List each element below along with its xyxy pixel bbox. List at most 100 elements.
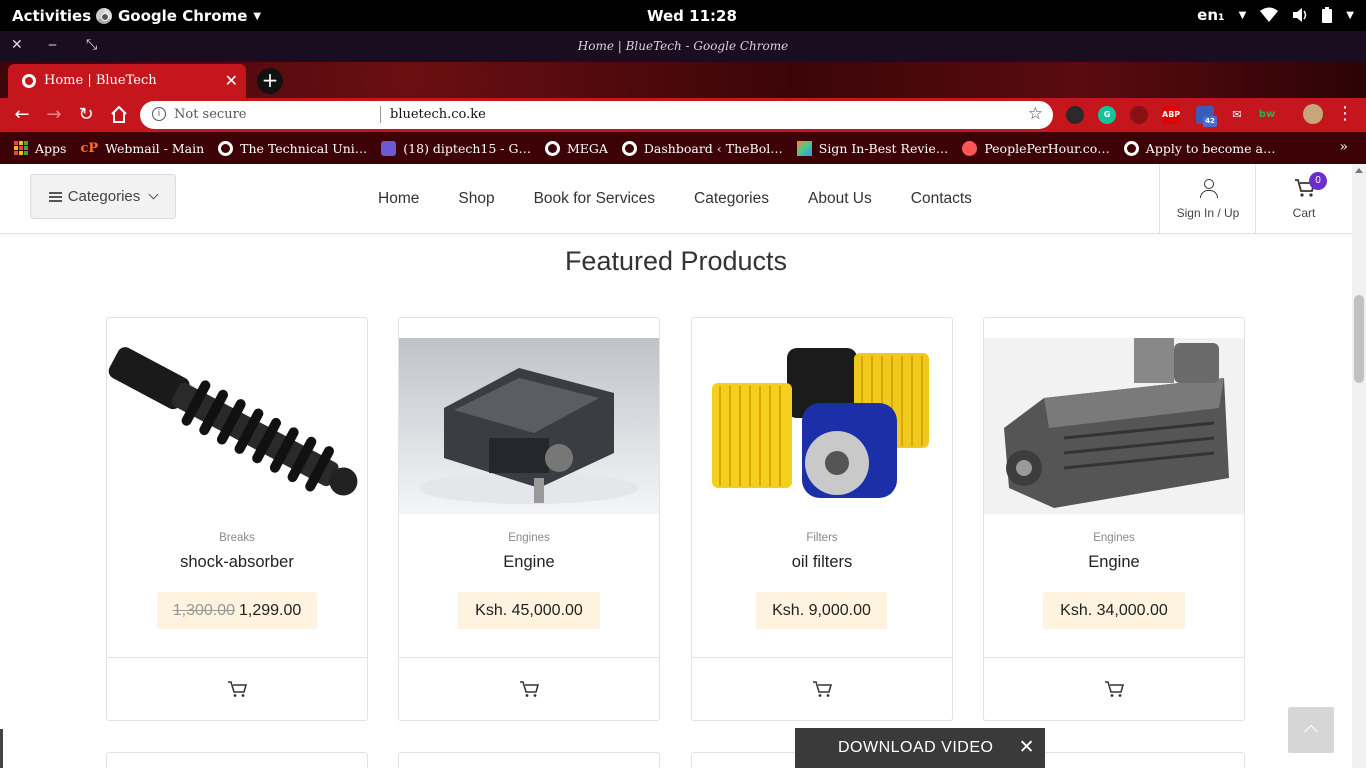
- more-bookmarks-icon[interactable]: »: [1339, 139, 1348, 155]
- activities-button[interactable]: Activities: [12, 7, 91, 25]
- apps-grid-icon: [14, 141, 28, 155]
- tab-home[interactable]: Home | BlueTech ✕: [8, 64, 246, 98]
- back-icon[interactable]: ←: [11, 104, 33, 125]
- bookmark-mega[interactable]: MEGA: [544, 140, 608, 156]
- site-header: Categories Home Shop Book for Services C…: [0, 164, 1352, 234]
- categories-label: Categories: [67, 188, 141, 205]
- menu-kebab-icon[interactable]: ⋮: [1334, 103, 1356, 124]
- home-icon[interactable]: [108, 106, 130, 123]
- system-tray[interactable]: en₁ ▼ ▼: [1197, 6, 1354, 24]
- new-tab-button[interactable]: +: [257, 68, 283, 94]
- globe-icon: [218, 140, 234, 156]
- user-icon: [1200, 179, 1218, 198]
- bookmark-label: Webmail - Main: [105, 140, 205, 156]
- product-image-shock-absorber[interactable]: [107, 338, 367, 514]
- divider: [692, 657, 952, 658]
- wifi-icon: [1260, 7, 1279, 22]
- volume-icon: [1293, 8, 1307, 22]
- globe-icon: [621, 140, 637, 156]
- nav-about-us[interactable]: About Us: [808, 190, 872, 208]
- nav-home[interactable]: Home: [378, 190, 419, 208]
- bookmark-peopleperhour[interactable]: PeoplePerHour.co…: [962, 140, 1110, 156]
- app-menu[interactable]: Google Chrome ▼: [96, 7, 261, 25]
- tab-close-icon[interactable]: ✕: [225, 71, 238, 90]
- url-text[interactable]: bluetech.co.ke: [390, 107, 486, 122]
- bw-extension-icon[interactable]: bw: [1258, 106, 1276, 124]
- app-name: Google Chrome: [118, 7, 248, 25]
- sign-in-label: Sign In / Up: [1176, 206, 1240, 220]
- bookmark-label: (18) diptech15 - G…: [403, 140, 531, 156]
- bookmark-apps[interactable]: Apps: [14, 141, 66, 156]
- nav-book-for-services[interactable]: Book for Services: [534, 190, 655, 208]
- window-titlebar: ✕ ‒ ⤡ Home | BlueTech - Google Chrome: [0, 31, 1366, 62]
- nav-shop[interactable]: Shop: [458, 190, 494, 208]
- download-video-label[interactable]: DOWNLOAD VIDEO: [838, 739, 993, 757]
- bookmark-label: Apps: [35, 140, 67, 156]
- close-icon[interactable]: ✕: [1019, 736, 1035, 759]
- nav-categories[interactable]: Categories: [694, 190, 769, 208]
- mail-icon[interactable]: ✉: [1228, 106, 1246, 124]
- add-to-cart-icon[interactable]: [1104, 680, 1126, 698]
- caret-down-icon: ▼: [1238, 9, 1247, 21]
- product-card[interactable]: Engines Engine Ksh. 45,000.00: [398, 317, 660, 721]
- product-card[interactable]: [398, 752, 660, 768]
- categories-dropdown-button[interactable]: Categories: [30, 174, 176, 219]
- product-category[interactable]: Engines: [984, 532, 1244, 544]
- product-card[interactable]: [106, 752, 368, 768]
- extension-icon[interactable]: [1130, 106, 1148, 124]
- bookmark-dashboard[interactable]: Dashboard ‹ TheBol…: [621, 140, 783, 156]
- current-price: Ksh. 9,000.00: [772, 602, 871, 619]
- download-video-bar[interactable]: DOWNLOAD VIDEO ✕: [795, 728, 1045, 768]
- product-image-engine[interactable]: [399, 338, 659, 514]
- product-category[interactable]: Filters: [692, 532, 952, 544]
- cpanel-icon: cP: [80, 140, 99, 156]
- scrollbar-thumb[interactable]: [1354, 295, 1364, 383]
- reload-icon[interactable]: ↻: [75, 104, 97, 125]
- current-price: 1,299.00: [239, 602, 302, 619]
- nav-contacts[interactable]: Contacts: [911, 190, 972, 208]
- bookmark-sign-in[interactable]: Sign In-Best Revie…: [796, 140, 948, 156]
- system-top-bar: Activities Google Chrome ▼ Wed 11:28 en₁…: [0, 0, 1366, 31]
- cart-button[interactable]: 0 Cart: [1255, 164, 1352, 233]
- info-icon[interactable]: i: [152, 107, 166, 121]
- bookmark-webmail[interactable]: cP Webmail - Main: [80, 141, 204, 156]
- product-image-engine-industrial[interactable]: [984, 338, 1244, 514]
- add-to-cart-icon[interactable]: [519, 680, 541, 698]
- old-price: 1,300.00: [172, 602, 235, 619]
- bookmark-technical-uni[interactable]: The Technical Uni…: [218, 140, 368, 156]
- bookmark-label: PeoplePerHour.co…: [984, 140, 1110, 156]
- product-category[interactable]: Breaks: [107, 532, 367, 544]
- grammarly-icon[interactable]: G: [1098, 106, 1116, 124]
- bookmark-star-icon[interactable]: ☆: [1028, 104, 1043, 124]
- security-label[interactable]: Not secure: [174, 107, 246, 122]
- product-card[interactable]: Filters oil filters Ksh. 9,000.00: [691, 317, 953, 721]
- add-to-cart-icon[interactable]: [812, 680, 834, 698]
- add-to-cart-icon[interactable]: [227, 680, 249, 698]
- caret-down-icon: ▼: [1346, 9, 1354, 21]
- product-title[interactable]: Engine: [984, 553, 1244, 572]
- adblock-icon[interactable]: ABP: [1162, 106, 1180, 124]
- extension-icon[interactable]: [1066, 106, 1084, 124]
- bookmark-label: Apply to become a…: [1145, 140, 1276, 156]
- avatar[interactable]: [1303, 104, 1323, 124]
- divider: [107, 657, 367, 658]
- product-title[interactable]: shock-absorber: [107, 553, 367, 572]
- divider: [399, 657, 659, 658]
- product-image-oil-filters[interactable]: [692, 338, 952, 514]
- product-category[interactable]: Engines: [399, 532, 659, 544]
- bookmark-diptech[interactable]: (18) diptech15 - G…: [381, 140, 531, 156]
- language-indicator[interactable]: en₁: [1197, 6, 1224, 24]
- sign-in-button[interactable]: Sign In / Up: [1159, 164, 1256, 233]
- address-bar[interactable]: i Not secure bluetech.co.ke ☆: [140, 101, 1053, 129]
- scroll-up-icon[interactable]: [1355, 168, 1363, 173]
- bookmark-apply[interactable]: Apply to become a…: [1123, 140, 1276, 156]
- bookmark-label: The Technical Uni…: [240, 140, 368, 156]
- clock[interactable]: Wed 11:28: [647, 7, 737, 25]
- product-card[interactable]: Engines Engine Ksh. 34,000.00: [983, 317, 1245, 721]
- back-to-top-button[interactable]: [1288, 707, 1334, 753]
- product-title[interactable]: Engine: [399, 553, 659, 572]
- forward-icon[interactable]: →: [43, 104, 65, 125]
- product-card[interactable]: Breaks shock-absorber 1,300.00 1,299.00: [106, 317, 368, 721]
- scrollbar-track[interactable]: [1352, 164, 1366, 768]
- product-title[interactable]: oil filters: [692, 553, 952, 572]
